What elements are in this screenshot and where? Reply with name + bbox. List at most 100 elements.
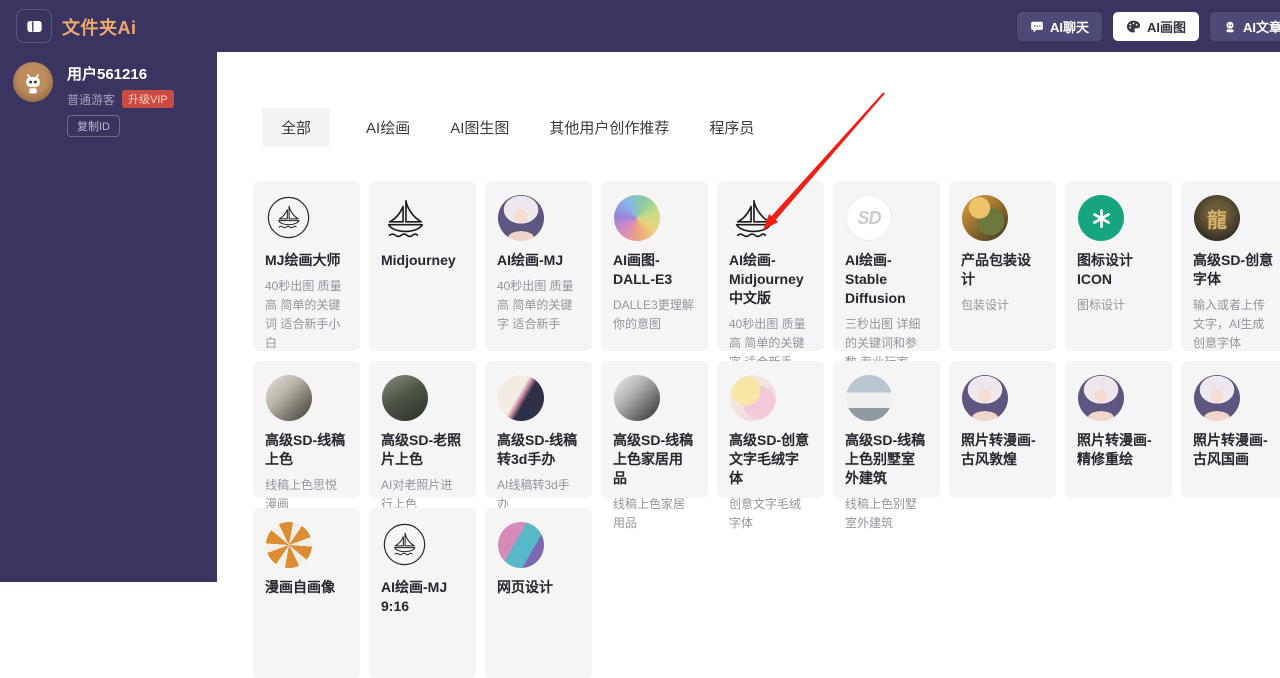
nav-button-label: AI画图 <box>1147 20 1187 35</box>
tab-user-creations[interactable]: 其他用户创作推荐 <box>545 108 673 147</box>
tool-card[interactable]: 高级SD-线稿上色别墅室外建筑线稿上色别墅室外建筑 <box>833 361 940 530</box>
tool-card-description: DALLE3更理解你的意图 <box>613 297 694 331</box>
tool-card-title: AI绘画-MJ <box>497 252 564 268</box>
tool-card[interactable]: 龍高级SD-创意字体输入或者上传文字，AI生成创意字体 <box>1181 181 1280 351</box>
card-row-3: 漫画自画像 AI绘画-MJ 9:16 网页设计 <box>253 508 592 678</box>
tool-card-title: 照片转漫画-古风敦煌 <box>961 432 1036 467</box>
tool-card[interactable]: 高级SD-老照片上色 AI对老照片进行上色 <box>369 361 476 511</box>
tool-card-title: 高级SD-创意文字毛绒字体 <box>729 432 810 486</box>
tool-card[interactable]: 照片转漫画-古风国画 <box>1181 361 1280 498</box>
anime-girl-icon <box>961 375 1044 421</box>
tool-card-description: 40秒出图 质量高 简单的关键字 适合新手 <box>497 278 574 331</box>
sidebar-toggle-button[interactable] <box>16 9 52 43</box>
tool-card-title: 漫画自画像 <box>265 579 335 595</box>
tool-card-description: 图标设计 <box>1077 297 1126 312</box>
tool-card-description: 线稿上色家居用品 <box>613 496 686 530</box>
card-row-1: MJ绘画大师 40秒出图 质量高 简单的关键词 适合新手小白 Midjourney A… <box>253 181 1280 369</box>
tool-card-title: 产品包装设计 <box>961 252 1031 287</box>
tool-card[interactable]: Midjourney <box>369 181 476 351</box>
modern-house-icon <box>845 375 928 421</box>
tool-card[interactable]: 图标设计ICON 图标设计 <box>1065 181 1172 351</box>
topbar-nav: AI聊天 AI画图 AI文章 <box>1017 12 1280 41</box>
tool-card-title: 照片转漫画-精修重绘 <box>1077 432 1152 467</box>
article-icon <box>1223 20 1237 34</box>
tool-card-description: 线稿上色别墅室外建筑 <box>845 496 918 530</box>
bw-interior-icon <box>613 375 696 421</box>
brand-title: 文件夹Ai <box>62 18 137 38</box>
tool-card-title: AI绘画-Midjourney中文版 <box>729 252 804 306</box>
sailboat-circle-icon <box>382 522 428 568</box>
tool-card-description: 40秒出图 质量高 简单的关键词 适合新手小白 <box>265 278 342 350</box>
tool-card-title: 高级SD-线稿上色家居用品 <box>613 432 694 486</box>
statue-sketch-icon <box>265 375 348 421</box>
category-tabs: 全部 AI绘画 AI图生图 其他用户创作推荐 程序员 <box>262 108 758 147</box>
toy-monkey-icon <box>961 195 1044 241</box>
tool-card-title: 网页设计 <box>497 579 553 595</box>
tool-card-title: 高级SD-老照片上色 <box>381 432 462 467</box>
tab-all[interactable]: 全部 <box>262 108 331 147</box>
tab-ai-img2img[interactable]: AI图生图 <box>446 108 513 147</box>
ai-chat-button[interactable]: AI聊天 <box>1017 12 1103 41</box>
tool-card[interactable]: 网页设计 <box>485 508 592 678</box>
chat-bubble-icon <box>1030 20 1044 34</box>
tool-card-title: 高级SD-创意字体 <box>1193 252 1274 287</box>
ai-draw-button[interactable]: AI画图 <box>1113 12 1200 41</box>
tool-card-description: 输入或者上传文字，AI生成创意字体 <box>1193 297 1266 350</box>
tool-card-title: Midjourney <box>381 252 456 268</box>
tool-card[interactable]: SDAI绘画-Stable Diffusion三秒出图 详细的关键词和参数 专业… <box>833 181 940 369</box>
topbar: 文件夹Ai AI聊天 AI画图 AI文章 <box>0 0 1280 52</box>
user-avatar <box>13 62 53 102</box>
sketch-3d-icon <box>497 375 580 421</box>
upgrade-vip-badge[interactable]: 升级VIP <box>122 90 174 108</box>
tool-card[interactable]: 照片转漫画-精修重绘 <box>1065 361 1172 498</box>
tool-card[interactable]: AI画图-DALL-E3 DALLE3更理解你的意图 <box>601 181 708 351</box>
sailboat-icon <box>382 195 428 241</box>
sailboat-icon <box>730 195 776 241</box>
plush-text-icon <box>729 375 812 421</box>
user-role: 普通游客 <box>67 92 116 107</box>
card-row-2: 高级SD-线稿上色 线稿上色思悦漫画 高级SD-老照片上色 AI对老照片进行上色 高级S… <box>253 361 1280 530</box>
tool-card-title: 高级SD-线稿上色 <box>265 432 346 467</box>
openai-logo-icon <box>1077 195 1160 241</box>
tool-card[interactable]: 照片转漫画-古风敦煌 <box>949 361 1056 498</box>
tool-card[interactable]: 漫画自画像 <box>253 508 360 678</box>
tool-card[interactable]: AI绘画-MJ 9:16 <box>369 508 476 678</box>
tool-card-title: 高级SD-线稿转3d手办 <box>497 432 578 467</box>
tool-card[interactable]: AI绘画-Midjourney中文版40秒出图 质量高 简单的关键字 适合新手 <box>717 181 824 369</box>
user-panel: 用户561216 普通游客 升级VIP 复制ID <box>0 52 217 137</box>
tab-programmer[interactable]: 程序员 <box>705 108 758 147</box>
old-photo-icon <box>381 375 464 421</box>
tool-card-title: AI画图-DALL-E3 <box>613 252 673 287</box>
tool-card-title: 高级SD-线稿上色别墅室外建筑 <box>845 432 926 486</box>
tab-ai-painting[interactable]: AI绘画 <box>362 108 414 147</box>
tool-card-title: 照片转漫画-古风国画 <box>1193 432 1268 467</box>
ai-article-button[interactable]: AI文章 <box>1210 12 1280 41</box>
tool-card[interactable]: 高级SD-线稿上色家居用品线稿上色家居用品 <box>601 361 708 530</box>
sidebar: 用户561216 普通游客 升级VIP 复制ID <box>0 52 217 582</box>
sidebar-toggle-icon <box>25 17 44 36</box>
tool-card[interactable]: 高级SD-线稿转3d手办 AI线稿转3d手办 <box>485 361 592 511</box>
anime-girl-icon <box>497 195 580 241</box>
dalle-rainbow-icon <box>613 195 696 241</box>
dragon-art-icon: 龍 <box>1193 195 1276 241</box>
anime-girl-icon <box>1077 375 1160 421</box>
tool-card[interactable]: 产品包装设计包装设计 <box>949 181 1056 351</box>
comic-swirl-icon <box>265 522 348 568</box>
nav-button-label: AI聊天 <box>1050 20 1090 35</box>
main-content: 全部 AI绘画 AI图生图 其他用户创作推荐 程序员 MJ绘画大师 40秒出图 质量高 简… <box>217 52 1280 678</box>
sailboat-circle-icon <box>266 195 312 241</box>
nav-button-label: AI文章 <box>1243 20 1280 35</box>
tool-card[interactable]: 高级SD-线稿上色 线稿上色思悦漫画 <box>253 361 360 511</box>
tool-card[interactable]: 高级SD-创意文字毛绒字体 创意文字毛绒字体 <box>717 361 824 530</box>
tool-card[interactable]: MJ绘画大师 40秒出图 质量高 简单的关键词 适合新手小白 <box>253 181 360 351</box>
palette-icon <box>1126 19 1141 34</box>
anime-girl-icon <box>1193 375 1276 421</box>
tool-card-title: MJ绘画大师 <box>265 252 341 268</box>
tool-card-description: 包装设计 <box>961 297 1010 312</box>
sd-logo-icon: SD <box>845 195 928 241</box>
username: 用户561216 <box>67 66 148 83</box>
robot-avatar-icon <box>18 67 48 97</box>
tool-card[interactable]: AI绘画-MJ 40秒出图 质量高 简单的关键字 适合新手 <box>485 181 592 351</box>
copy-id-button[interactable]: 复制ID <box>67 115 120 137</box>
tool-card-title: 图标设计ICON <box>1077 252 1133 287</box>
